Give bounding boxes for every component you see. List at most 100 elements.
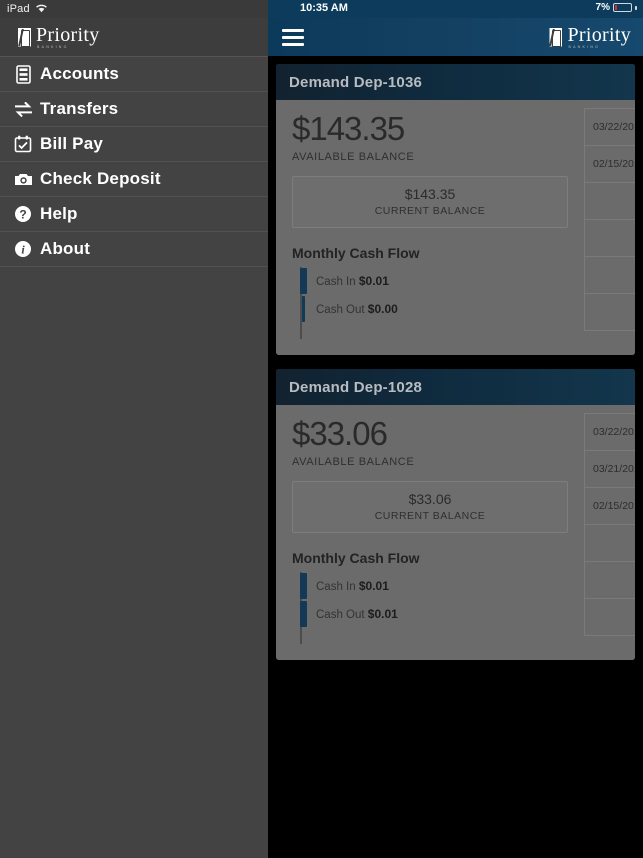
available-balance-label: AVAILABLE BALANCE [292, 456, 415, 468]
transaction-row[interactable] [584, 219, 635, 257]
transaction-row[interactable]: 03/21/201 [584, 450, 635, 488]
cash-out-row: Cash Out $0.01 [299, 600, 568, 628]
transaction-row[interactable] [584, 256, 635, 294]
cash-out-bar [301, 296, 305, 322]
cash-in-row: Cash In $0.01 [299, 572, 568, 600]
cash-in-label: Cash In [316, 276, 356, 288]
navigation-drawer: iPad Priority BANKING Accounts Transfers… [0, 0, 268, 858]
sidebar-item-help[interactable]: ? Help [0, 197, 268, 232]
transaction-date: 03/22/201 [593, 426, 635, 438]
drawer-brand-bar: Priority BANKING [0, 18, 268, 56]
transaction-row[interactable] [584, 561, 635, 599]
accounts-cabinet-icon [10, 64, 36, 84]
calendar-check-icon [10, 135, 36, 153]
priority-emblem-icon [549, 27, 563, 47]
current-balance-label: CURRENT BALANCE [374, 510, 486, 522]
transaction-row[interactable]: 03/22/201 [584, 413, 635, 451]
priority-emblem-icon [18, 27, 31, 47]
battery-low-icon [613, 3, 632, 12]
sidebar-item-label: Transfers [40, 99, 119, 118]
available-balance-amount: $33.06 [292, 415, 388, 452]
drawer-menu: Accounts Transfers Bill Pay Check Deposi… [0, 56, 268, 267]
current-balance-box[interactable]: $143.35 CURRENT BALANCE [292, 176, 568, 228]
sidebar-item-transfers[interactable]: Transfers [0, 92, 268, 127]
transaction-row[interactable] [584, 293, 635, 331]
sidebar-item-label: Check Deposit [40, 169, 161, 188]
sidebar-item-check-deposit[interactable]: Check Deposit [0, 162, 268, 197]
cash-out-label: Cash Out [316, 609, 365, 621]
cash-flow-chart: Cash In $0.01 Cash Out $0.01 [292, 572, 568, 644]
cash-out-row: Cash Out $0.00 [301, 295, 568, 323]
battery-status: 7% [596, 2, 637, 13]
cash-in-text: Cash In $0.01 [316, 274, 389, 288]
transaction-row[interactable] [584, 182, 635, 220]
priority-logo: Priority BANKING [549, 25, 631, 50]
account-card[interactable]: Demand Dep-1036 $143.35 AVAILABLE BALANC… [276, 64, 635, 355]
ipad-status-bar: iPad [0, 0, 268, 18]
current-balance-amount: $143.35 [404, 186, 456, 202]
transaction-date: 02/15/201 [593, 500, 635, 512]
info-circle-icon: i [10, 240, 36, 258]
transaction-row[interactable] [584, 598, 635, 636]
transaction-date: 03/21/201 [593, 463, 635, 475]
cash-out-value: $0.00 [367, 302, 398, 316]
cash-out-text: Cash Out $0.00 [316, 302, 398, 316]
account-card[interactable]: Demand Dep-1028 $33.06 AVAILABLE BALANCE… [276, 369, 635, 660]
cash-in-bar [299, 573, 307, 599]
account-title: Demand Dep-1028 [289, 378, 423, 396]
current-balance-box[interactable]: $33.06 CURRENT BALANCE [292, 481, 568, 533]
transfer-arrows-icon [10, 101, 36, 117]
cash-out-text: Cash Out $0.01 [316, 607, 398, 621]
current-balance-label: CURRENT BALANCE [374, 205, 486, 217]
account-summary-pane: $143.35 AVAILABLE BALANCE $143.35 CURREN… [276, 100, 584, 355]
account-summary-pane: $33.06 AVAILABLE BALANCE $33.06 CURRENT … [276, 405, 584, 660]
account-title: Demand Dep-1036 [289, 73, 423, 91]
wifi-icon [35, 0, 48, 18]
question-circle-icon: ? [10, 205, 36, 223]
camera-icon [10, 172, 36, 187]
sidebar-item-label: Help [40, 204, 78, 223]
cash-flow-title: Monthly Cash Flow [292, 245, 420, 261]
cash-in-row: Cash In $0.01 [299, 267, 568, 295]
available-balance-amount: $143.35 [292, 110, 405, 147]
cash-in-value: $0.01 [358, 274, 389, 288]
transaction-date: 03/22/201 [593, 121, 635, 133]
brand-name: Priority [567, 23, 631, 46]
transaction-row[interactable]: 02/15/201 [584, 487, 635, 525]
sidebar-item-bill-pay[interactable]: Bill Pay [0, 127, 268, 162]
transaction-row[interactable]: 03/22/201 [584, 108, 635, 146]
app-screen: iPad Priority BANKING Accounts Transfers… [0, 0, 643, 858]
sidebar-item-about[interactable]: i About [0, 232, 268, 267]
transaction-row[interactable]: 02/15/201 [584, 145, 635, 183]
cash-out-bar [299, 601, 307, 627]
cash-out-label: Cash Out [316, 304, 365, 316]
sidebar-item-label: About [40, 239, 91, 258]
battery-percent-label: 7% [595, 2, 610, 13]
ios-status-bar: 10:35 AM 7% [268, 0, 643, 18]
cash-in-label: Cash In [316, 581, 356, 593]
device-label: iPad [7, 3, 30, 15]
sidebar-item-accounts[interactable]: Accounts [0, 57, 268, 92]
current-balance-amount: $33.06 [408, 491, 452, 507]
transaction-list[interactable]: 03/22/201 03/21/201 02/15/201 [584, 405, 635, 660]
cash-out-value: $0.01 [367, 607, 398, 621]
transaction-row[interactable] [584, 524, 635, 562]
account-card-header: Demand Dep-1028 [276, 369, 635, 405]
brand-tagline: BANKING [568, 44, 601, 49]
brand-tagline: BANKING [37, 44, 69, 49]
cash-in-text: Cash In $0.01 [316, 579, 389, 593]
accounts-pane: 10:35 AM 7% Priority BANKING Demand Dep-… [268, 0, 643, 858]
account-card-list: Demand Dep-1036 $143.35 AVAILABLE BALANC… [268, 56, 643, 682]
transaction-date: 02/15/201 [593, 158, 635, 170]
transaction-list[interactable]: 03/22/201 02/15/201 [584, 100, 635, 355]
cash-flow-chart: Cash In $0.01 Cash Out $0.00 [292, 267, 568, 339]
sidebar-item-label: Accounts [40, 64, 120, 83]
hamburger-menu-icon[interactable] [282, 28, 304, 46]
app-navbar: Priority BANKING [268, 18, 643, 56]
available-balance-label: AVAILABLE BALANCE [292, 151, 415, 163]
cash-flow-title: Monthly Cash Flow [292, 550, 420, 566]
clock-label: 10:35 AM [300, 2, 348, 14]
account-card-header: Demand Dep-1036 [276, 64, 635, 100]
sidebar-item-label: Bill Pay [40, 134, 104, 153]
priority-logo: Priority BANKING [18, 25, 100, 50]
